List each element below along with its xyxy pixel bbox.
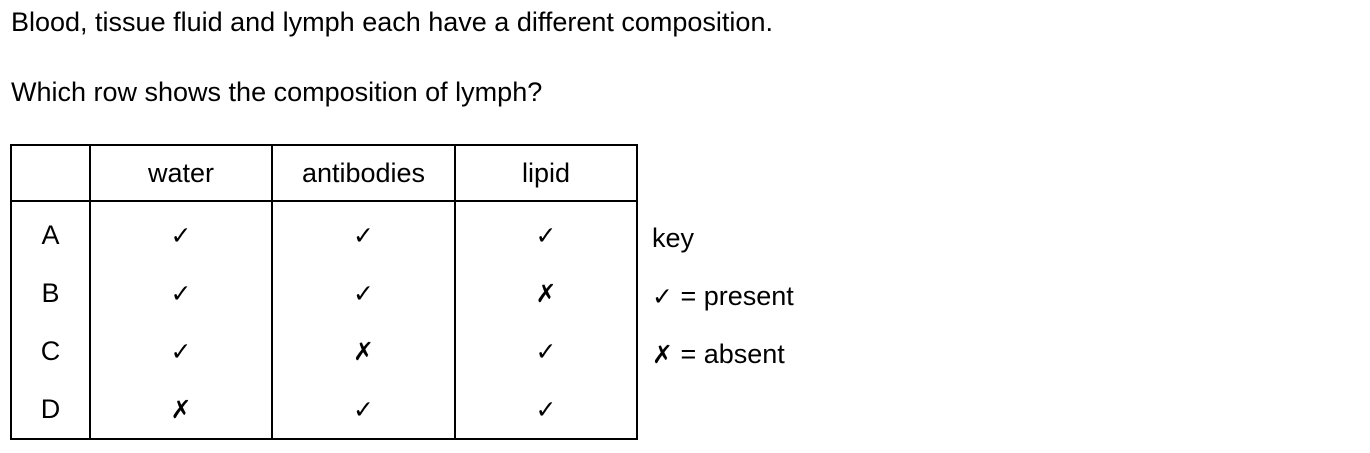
lipid-mark: ✓ [454, 322, 638, 380]
row-letter: A [10, 201, 91, 264]
table-header-row: water antibodies lipid [10, 144, 638, 202]
header-water: water [89, 144, 273, 202]
question-text: Which row shows the composition of lymph… [11, 77, 543, 107]
row-letter: D [10, 380, 91, 440]
lipid-mark: ✓ [454, 201, 638, 264]
intro-text: Blood, tissue fluid and lymph each have … [11, 7, 773, 37]
antibodies-mark: ✓ [271, 264, 456, 322]
antibodies-mark: ✓ [271, 201, 456, 264]
water-mark: ✓ [89, 201, 273, 264]
header-lipid: lipid [454, 144, 638, 202]
antibodies-mark: ✗ [271, 322, 456, 380]
key-present-label: = present [672, 281, 794, 311]
table-row: A ✓ ✓ ✓ [10, 201, 638, 264]
antibodies-mark: ✓ [271, 380, 456, 440]
row-letter: C [10, 322, 91, 380]
header-blank [10, 144, 91, 202]
row-letter: B [10, 264, 91, 322]
table-row: D ✗ ✓ ✓ [10, 380, 638, 440]
water-mark: ✓ [89, 264, 273, 322]
header-antibodies: antibodies [271, 144, 456, 202]
lipid-mark: ✗ [454, 264, 638, 322]
water-mark: ✓ [89, 322, 273, 380]
check-icon: ✓ [652, 282, 673, 311]
water-mark: ✗ [89, 380, 273, 440]
key-title: key [652, 223, 695, 253]
key-absent-label: = absent [672, 339, 785, 369]
key-absent: ✗ = absent [652, 341, 785, 368]
composition-table: water antibodies lipid A ✓ ✓ ✓ B ✓ ✓ ✗ C… [10, 144, 638, 440]
table-row: C ✓ ✗ ✓ [10, 322, 638, 380]
cross-icon: ✗ [652, 340, 673, 369]
key-present: ✓ = present [652, 283, 794, 310]
lipid-mark: ✓ [454, 380, 638, 440]
table-row: B ✓ ✓ ✗ [10, 264, 638, 322]
